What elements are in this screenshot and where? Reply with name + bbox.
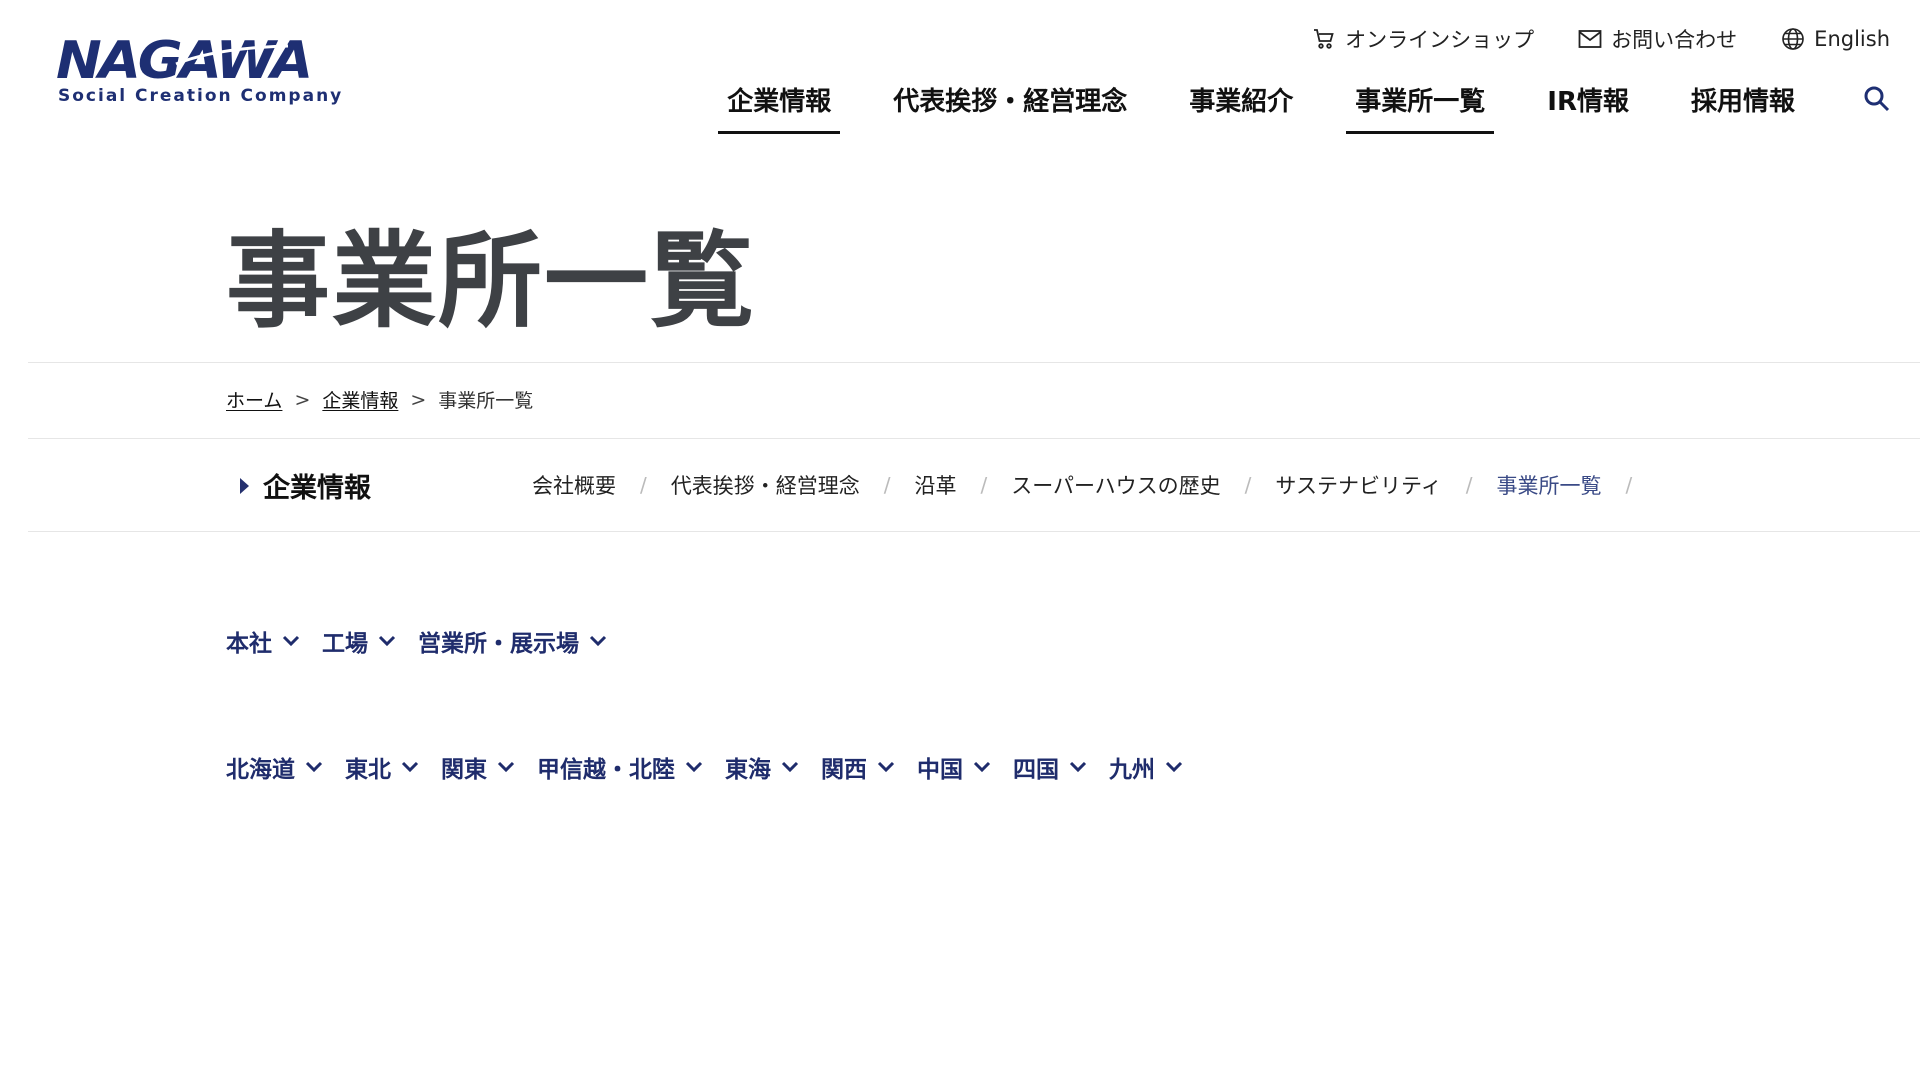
nav-ir[interactable]: IR情報 [1516, 80, 1660, 126]
subnav-separator: / [1465, 473, 1473, 497]
chevron-down-icon [1165, 761, 1183, 773]
logo-text: NAGAWA [56, 34, 310, 84]
chevron-down-icon [877, 761, 895, 773]
chevron-down-icon [589, 635, 607, 647]
breadcrumb-separator: > [294, 388, 311, 411]
filter-kansai[interactable]: 関西 [821, 750, 895, 784]
nav-company-info[interactable]: 企業情報 [696, 80, 862, 134]
online-shop-link[interactable]: オンラインショップ [1312, 24, 1534, 54]
type-filter-row: 本社 工場 営業所・展示場 [226, 624, 629, 658]
subnav-separator: / [1625, 473, 1633, 497]
chevron-down-icon [282, 635, 300, 647]
filter-chugoku[interactable]: 中国 [917, 750, 991, 784]
filter-label: 本社 [226, 631, 272, 657]
online-shop-label: オンラインショップ [1345, 28, 1535, 52]
filter-tokai[interactable]: 東海 [725, 750, 799, 784]
subnav-separator: / [980, 473, 988, 497]
breadcrumb-current: 事業所一覧 [438, 390, 534, 412]
subnav-offices[interactable]: 事業所一覧 [1496, 470, 1601, 500]
contact-label: お問い合わせ [1611, 28, 1738, 52]
filter-label: 北海道 [226, 757, 295, 783]
filter-kanto[interactable]: 関東 [441, 750, 515, 784]
chevron-down-icon [378, 635, 396, 647]
filter-label: 中国 [917, 757, 963, 783]
divider [28, 362, 1920, 363]
logo[interactable]: NAGAWA Social Creation Company [56, 34, 341, 114]
chevron-down-icon [1069, 761, 1087, 773]
english-link[interactable]: English [1781, 27, 1890, 51]
page-title: 事業所一覧 [226, 220, 757, 342]
section-subnav: 会社概要 / 代表挨拶・経営理念 / 沿革 / スーパーハウスの歴史 / サステ… [532, 470, 1656, 500]
section-title[interactable]: 企業情報 [240, 466, 371, 505]
main-nav: 企業情報 代表挨拶・経営理念 事業紹介 事業所一覧 IR情報 採用情報 [696, 80, 1826, 134]
filter-label: 九州 [1109, 757, 1155, 783]
filter-label: 営業所・展示場 [418, 631, 579, 657]
breadcrumb: ホーム > 企業情報 > 事業所一覧 [226, 386, 533, 413]
section-title-label: 企業情報 [263, 473, 371, 504]
chevron-down-icon [305, 761, 323, 773]
filter-label: 東海 [725, 757, 771, 783]
chevron-down-icon [973, 761, 991, 773]
filter-tohoku[interactable]: 東北 [345, 750, 419, 784]
region-filter-row: 北海道 東北 関東 甲信越・北陸 東海 関西 中国 四国 九州 [226, 750, 1205, 784]
nav-message-philosophy[interactable]: 代表挨拶・経営理念 [862, 80, 1158, 126]
chevron-down-icon [401, 761, 419, 773]
filter-sales-office[interactable]: 営業所・展示場 [418, 624, 607, 658]
nav-business[interactable]: 事業紹介 [1158, 80, 1324, 126]
subnav-history[interactable]: 沿革 [915, 470, 957, 500]
chevron-down-icon [781, 761, 799, 773]
globe-icon [1782, 28, 1804, 50]
divider [28, 531, 1920, 532]
subnav-sustainability[interactable]: サステナビリティ [1275, 470, 1441, 500]
filter-label: 関東 [441, 757, 487, 783]
subnav-separator: / [640, 473, 647, 497]
filter-label: 関西 [821, 757, 867, 783]
search-icon [1864, 86, 1890, 112]
filter-kyushu[interactable]: 九州 [1109, 750, 1183, 784]
filter-koshinetsu-hokuriku[interactable]: 甲信越・北陸 [537, 750, 703, 784]
subnav-separator: / [883, 473, 891, 497]
breadcrumb-company-info[interactable]: 企業情報 [322, 386, 398, 413]
filter-head-office[interactable]: 本社 [226, 624, 300, 658]
filter-label: 四国 [1013, 757, 1059, 783]
nav-recruit[interactable]: 採用情報 [1660, 80, 1826, 126]
breadcrumb-separator: > [410, 388, 427, 411]
filter-hokkaido[interactable]: 北海道 [226, 750, 323, 784]
logo-wordmark: NAGAWA [56, 34, 312, 84]
utility-nav: オンラインショップ お問い合わせ English [1312, 24, 1890, 54]
caret-right-icon [240, 477, 249, 494]
nav-offices[interactable]: 事業所一覧 [1324, 80, 1516, 134]
mail-icon [1578, 30, 1602, 48]
breadcrumb-home[interactable]: ホーム [226, 386, 282, 413]
filter-label: 甲信越・北陸 [537, 757, 675, 783]
search-button[interactable] [1862, 84, 1892, 114]
chevron-down-icon [497, 761, 515, 773]
logo-tagline: Social Creation Company [58, 86, 344, 106]
filter-shikoku[interactable]: 四国 [1013, 750, 1087, 784]
subnav-separator: / [1244, 473, 1252, 497]
filter-factory[interactable]: 工場 [322, 624, 396, 658]
contact-link[interactable]: お問い合わせ [1578, 24, 1737, 54]
subnav-company-overview[interactable]: 会社概要 [532, 470, 616, 500]
filter-label: 工場 [322, 631, 368, 657]
cart-icon [1314, 29, 1334, 49]
subnav-superhouse-history[interactable]: スーパーハウスの歴史 [1011, 470, 1220, 500]
divider [28, 438, 1920, 439]
subnav-message-philosophy[interactable]: 代表挨拶・経営理念 [671, 470, 860, 500]
filter-label: 東北 [345, 757, 391, 783]
chevron-down-icon [685, 761, 703, 773]
english-label: English [1814, 27, 1890, 51]
